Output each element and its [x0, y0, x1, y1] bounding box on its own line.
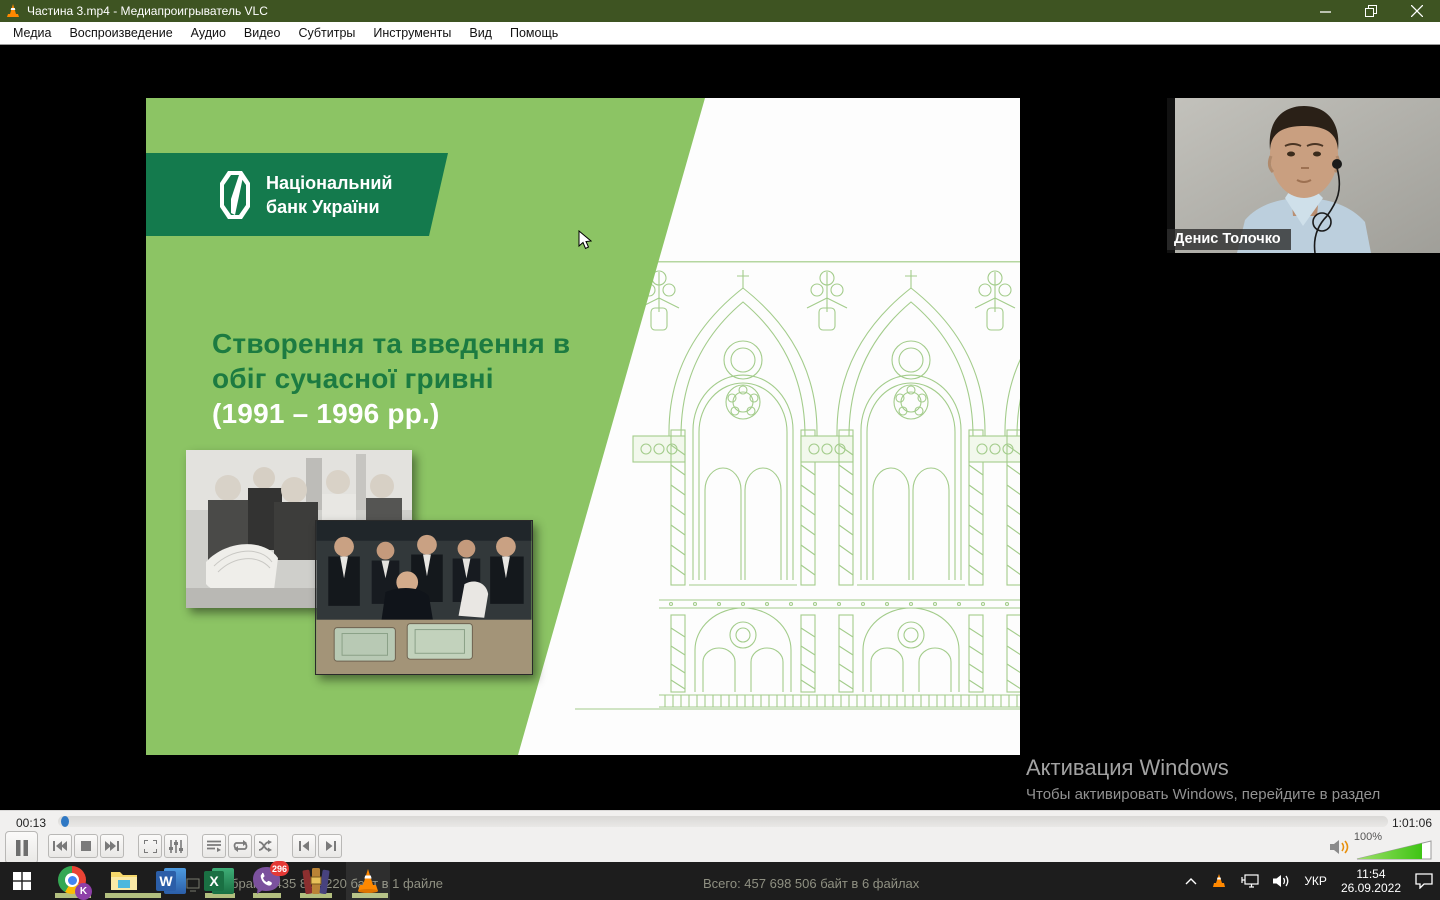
taskbar-viber[interactable]: 296: [245, 862, 289, 900]
equalizer-icon: [169, 840, 183, 853]
window-titlebar[interactable]: Частина 3.mp4 - Медиапроигрыватель VLC: [0, 0, 1440, 22]
loop-icon: [233, 840, 248, 852]
step-back-icon: [299, 841, 310, 851]
file-explorer-icon: [110, 869, 138, 893]
mouse-cursor: [578, 230, 592, 251]
step-forward-icon: [325, 841, 336, 851]
playlist-icon: [207, 840, 221, 852]
stop-icon: [81, 841, 91, 851]
pause-button[interactable]: [5, 831, 38, 864]
windows-taskbar: Выбрано: 435 864 220 байт в 1 файле Всег…: [0, 862, 1440, 900]
frame-next-button[interactable]: [318, 834, 342, 858]
speaker-icon[interactable]: [1330, 839, 1350, 855]
frame-previous-button[interactable]: [292, 834, 316, 858]
taskbar-file-explorer[interactable]: [102, 862, 146, 900]
windows-logo-icon: [13, 872, 31, 890]
extended-settings-button[interactable]: [164, 834, 188, 858]
menu-help[interactable]: Помощь: [501, 23, 567, 43]
shuffle-button[interactable]: [254, 834, 278, 858]
menu-media[interactable]: Медиа: [4, 23, 60, 43]
slide-title-years: (1991 – 1996 рр.): [212, 396, 570, 431]
tray-network-icon[interactable]: [1234, 862, 1266, 900]
slide-title: Створення та введення в обіг сучасної гр…: [212, 326, 570, 431]
taskbar-word[interactable]: W: [149, 862, 193, 900]
pause-icon: [15, 840, 29, 856]
player-control-bar: 00:13 1:01:06: [0, 810, 1440, 862]
restore-button[interactable]: [1348, 0, 1394, 22]
photo-signing-ceremony: [315, 520, 533, 675]
fullscreen-button[interactable]: [138, 834, 162, 858]
video-surface[interactable]: Національний банк України Створення та в…: [0, 45, 1440, 810]
tray-chevron-up-icon[interactable]: [1178, 862, 1204, 900]
menu-subtitles[interactable]: Субтитры: [289, 23, 364, 43]
menu-bar: Медиа Воспроизведение Аудио Видео Субтит…: [0, 22, 1440, 45]
nbu-banner: Національний банк України: [146, 153, 451, 236]
clock-date: 26.09.2022: [1341, 881, 1401, 895]
tray-vlc-icon[interactable]: [1204, 862, 1234, 900]
previous-button[interactable]: [48, 834, 72, 858]
nbu-name-line1: Національний: [266, 171, 392, 195]
taskbar-winrar[interactable]: [294, 862, 338, 900]
menu-video[interactable]: Видео: [235, 23, 290, 43]
menu-playback[interactable]: Воспроизведение: [60, 23, 181, 43]
presentation-slide: Національний банк України Створення та в…: [146, 98, 1020, 755]
winrar-icon: [302, 868, 330, 894]
bank-facade-drawing: [575, 250, 1020, 720]
taskbar-excel[interactable]: X: [197, 862, 241, 900]
nbu-name-line2: банк України: [266, 195, 392, 219]
participant-name-label: Денис Толочко: [1167, 229, 1291, 250]
windows-activation-watermark: Активация Windows Чтобы активировать Win…: [1026, 755, 1380, 810]
slide-title-line2: обіг сучасної гривні: [212, 361, 570, 396]
webcam-overlay: Денис Толочко: [1167, 98, 1440, 253]
language-indicator[interactable]: УКР: [1297, 862, 1334, 900]
tray-volume-icon[interactable]: [1266, 862, 1297, 900]
menu-audio[interactable]: Аудио: [182, 23, 235, 43]
volume-slider[interactable]: [1356, 840, 1432, 860]
chrome-profile-badge: K: [75, 883, 92, 900]
seek-bar[interactable]: [58, 816, 1388, 827]
next-button[interactable]: [100, 834, 124, 858]
taskbar-chrome[interactable]: K: [51, 862, 95, 900]
clock-time: 11:54: [1341, 867, 1401, 881]
stop-button[interactable]: [74, 834, 98, 858]
vlc-icon: [355, 868, 381, 894]
minimize-button[interactable]: [1302, 0, 1348, 22]
viber-unread-badge: 296: [270, 861, 289, 876]
menu-view[interactable]: Вид: [460, 23, 501, 43]
activation-title: Активация Windows: [1026, 755, 1380, 781]
seek-handle[interactable]: [61, 816, 69, 827]
tray-clock[interactable]: 11:54 26.09.2022: [1334, 862, 1408, 900]
close-button[interactable]: [1394, 0, 1440, 22]
fullscreen-icon: [144, 840, 157, 853]
start-button[interactable]: [0, 862, 44, 900]
window-title: Частина 3.mp4 - Медиапроигрыватель VLC: [27, 4, 268, 18]
slide-title-line1: Створення та введення в: [212, 326, 570, 361]
skip-back-icon: [53, 841, 67, 851]
shuffle-icon: [259, 840, 273, 852]
activation-text-line1: Чтобы активировать Windows, перейдите в …: [1026, 784, 1380, 805]
skip-forward-icon: [105, 841, 119, 851]
taskbar-vlc[interactable]: [346, 862, 390, 900]
playlist-button[interactable]: [202, 834, 226, 858]
menu-tools[interactable]: Инструменты: [364, 23, 460, 43]
status-total-bytes: Всего: 457 698 506 байт в 6 файлах: [703, 876, 919, 891]
loop-button[interactable]: [228, 834, 252, 858]
nbu-logo-icon: [218, 169, 252, 221]
action-center-icon[interactable]: [1408, 862, 1440, 900]
total-time: 1:01:06: [1392, 816, 1432, 830]
vlc-app-icon: [5, 3, 21, 19]
elapsed-time: 00:13: [16, 816, 46, 830]
